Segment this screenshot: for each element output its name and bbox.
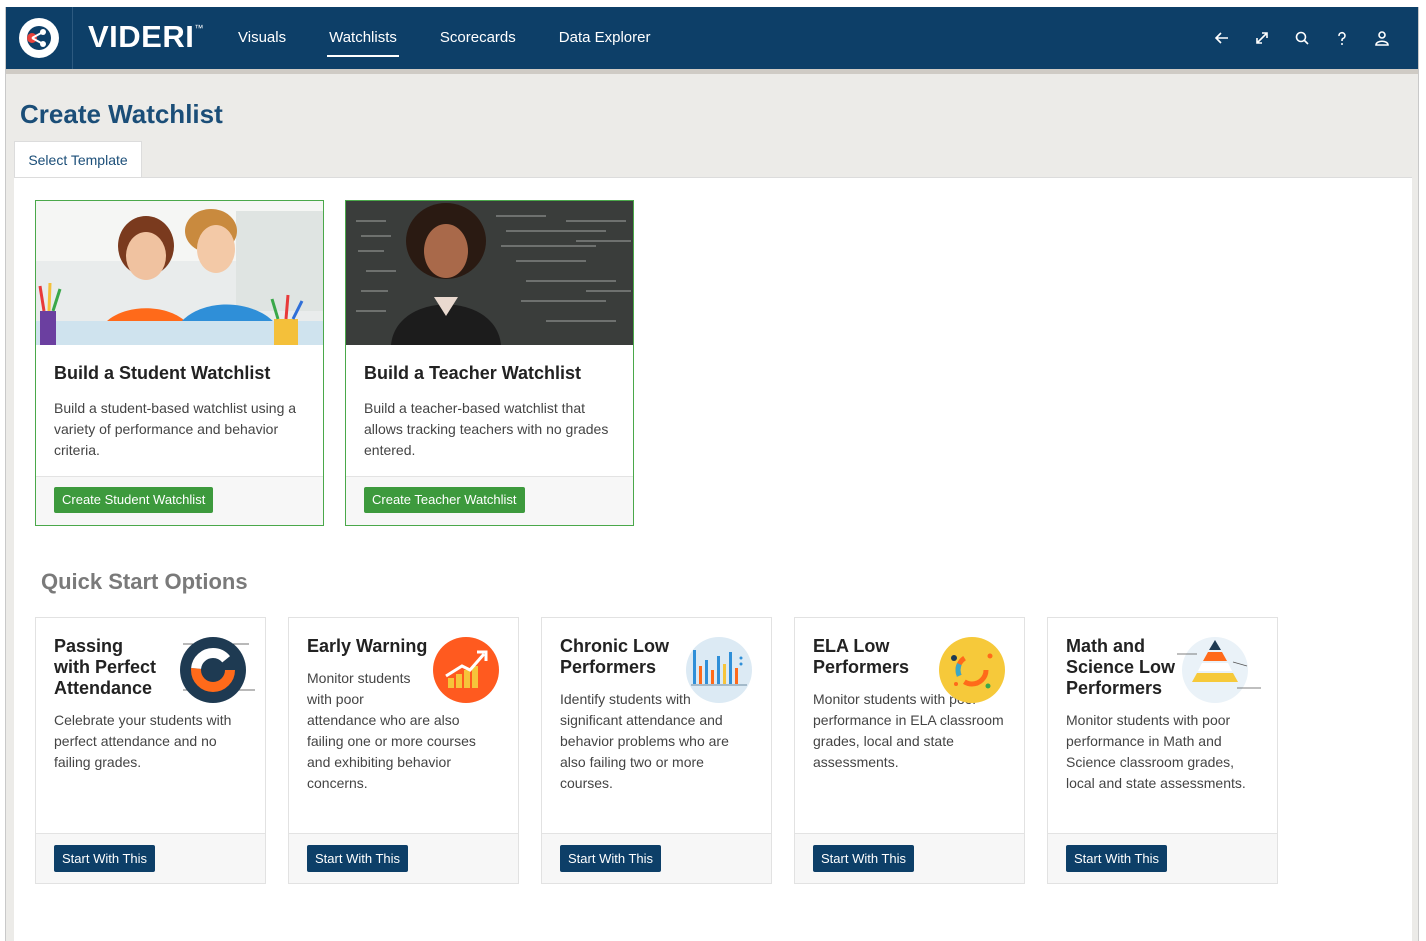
quick-start-title: Chronic Low Performers — [560, 636, 669, 677]
template-panel: Build a Student Watchlist Build a studen… — [14, 177, 1412, 941]
videri-logo-icon — [19, 18, 59, 58]
quick-start-footer: Start With This — [1048, 833, 1277, 883]
quick-start-title: Math and Science Low Performers — [1066, 636, 1176, 698]
user-icon[interactable] — [1362, 18, 1402, 58]
template-title: Build a Teacher Watchlist — [364, 363, 582, 383]
page-title: Create Watchlist — [20, 99, 223, 129]
quick-start-card-ela-low-performers: ELA Low Performers Monitor students with… — [794, 617, 1025, 884]
quick-start-title: Passing with Perfect Attendance — [54, 636, 157, 698]
quick-start-footer: Start With This — [542, 833, 771, 883]
help-icon[interactable] — [1322, 18, 1362, 58]
quick-start-footer: Start With This — [795, 833, 1024, 883]
tab-select-template[interactable]: Select Template — [14, 141, 142, 178]
quick-start-description: Monitor students with poor performance i… — [1066, 712, 1246, 791]
template-card-teacher: Build a Teacher Watchlist Build a teache… — [345, 200, 634, 526]
bar-chart-icon — [685, 636, 753, 704]
create-teacher-watchlist-button[interactable]: Create Teacher Watchlist — [364, 487, 525, 513]
main-nav: Visuals Watchlists Scorecards Data Explo… — [224, 7, 679, 69]
quick-start-footer: Start With This — [289, 833, 518, 883]
start-with-this-button[interactable]: Start With This — [560, 845, 662, 872]
quick-start-title: ELA Low Performers — [813, 636, 910, 677]
template-card-student: Build a Student Watchlist Build a studen… — [35, 200, 324, 526]
quick-start-card-chronic-low-performers: Chronic Low Performers Identify students… — [541, 617, 772, 884]
start-with-this-button[interactable]: Start With This — [1066, 845, 1168, 872]
search-icon[interactable] — [1282, 18, 1322, 58]
template-description: Build a teacher-based watchlist that all… — [364, 400, 609, 458]
students-photo — [36, 201, 323, 345]
template-card-footer: Create Student Watchlist — [36, 476, 323, 525]
nav-item-watchlists[interactable]: Watchlists — [315, 7, 411, 69]
template-title: Build a Student Watchlist — [54, 363, 271, 383]
nav-item-scorecards[interactable]: Scorecards — [426, 7, 530, 69]
template-description: Build a student-based watchlist using a … — [54, 400, 297, 458]
app-frame: VIDERI™ Visuals Watchlists Scorecards Da… — [5, 7, 1419, 941]
trademark-mark: ™ — [194, 23, 204, 33]
donut-chart-icon — [179, 636, 255, 704]
header-actions — [1202, 7, 1402, 69]
start-with-this-button[interactable]: Start With This — [813, 845, 915, 872]
quick-start-description: Identify students with significant atten… — [560, 691, 729, 791]
create-student-watchlist-button[interactable]: Create Student Watchlist — [54, 487, 214, 513]
teacher-photo — [346, 201, 633, 345]
quick-start-card-math-science-low-performers: Math and Science Low Performers Monitor … — [1047, 617, 1278, 884]
nav-item-data-explorer[interactable]: Data Explorer — [545, 7, 665, 69]
quick-start-title: Quick Start Options — [41, 569, 248, 594]
logo[interactable] — [6, 7, 73, 69]
header-divider — [6, 69, 1418, 74]
rising-bar-chart-icon — [432, 636, 500, 704]
pyramid-chart-icon — [1177, 636, 1261, 704]
template-card-footer: Create Teacher Watchlist — [346, 476, 633, 525]
quick-start-footer: Start With This — [36, 833, 265, 883]
quick-start-card-perfect-attendance: Passing with Perfect Attendance Celebrat… — [35, 617, 266, 884]
quick-start-card-early-warning: Early Warning Monitor students with poor… — [288, 617, 519, 884]
expand-icon[interactable] — [1242, 18, 1282, 58]
back-arrow-icon[interactable] — [1202, 18, 1242, 58]
start-with-this-button[interactable]: Start With This — [54, 845, 156, 872]
brand-name[interactable]: VIDERI™ — [88, 19, 204, 55]
quick-start-description: Celebrate your students with perfect att… — [54, 712, 232, 770]
top-navigation-bar: VIDERI™ Visuals Watchlists Scorecards Da… — [6, 7, 1418, 69]
nav-item-visuals[interactable]: Visuals — [224, 7, 300, 69]
start-with-this-button[interactable]: Start With This — [307, 845, 409, 872]
ring-chart-icon — [938, 636, 1006, 704]
